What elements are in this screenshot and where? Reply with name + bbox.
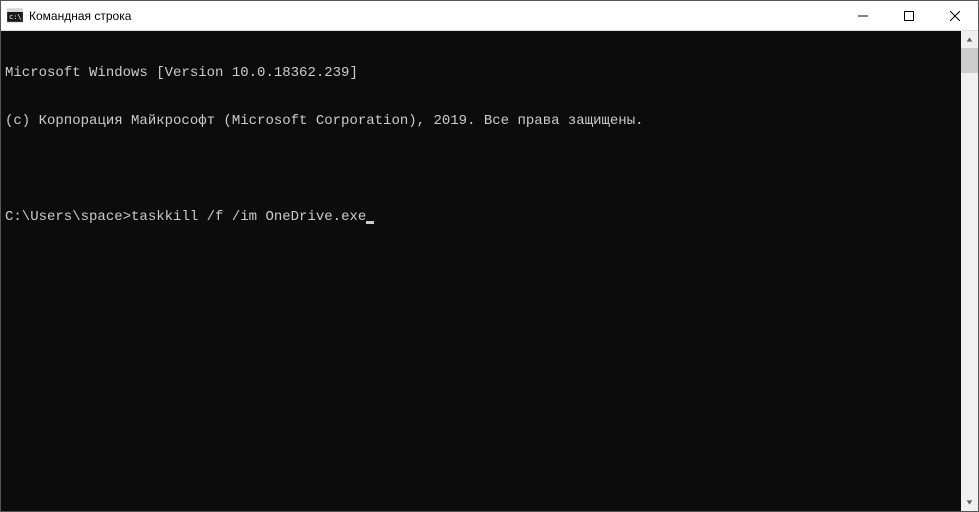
titlebar[interactable]: c:\ Командная строка	[1, 1, 978, 31]
window-controls	[840, 1, 978, 30]
maximize-button[interactable]	[886, 1, 932, 30]
empty-line	[5, 161, 957, 177]
command-prompt-window: c:\ Командная строка Microsoft Windows […	[0, 0, 979, 512]
svg-text:c:\: c:\	[9, 13, 22, 21]
terminal-output[interactable]: Microsoft Windows [Version 10.0.18362.23…	[1, 31, 961, 511]
prompt-text: C:\Users\space>	[5, 209, 131, 225]
version-line: Microsoft Windows [Version 10.0.18362.23…	[5, 65, 957, 81]
prompt-line: C:\Users\space>taskkill /f /im OneDrive.…	[5, 209, 957, 225]
close-button[interactable]	[932, 1, 978, 30]
titlebar-left: c:\ Командная строка	[1, 8, 131, 24]
scroll-down-button[interactable]	[961, 494, 978, 511]
scroll-up-button[interactable]	[961, 31, 978, 48]
scroll-thumb[interactable]	[961, 48, 978, 73]
vertical-scrollbar[interactable]	[961, 31, 978, 511]
cursor	[366, 221, 374, 224]
content-area: Microsoft Windows [Version 10.0.18362.23…	[1, 31, 978, 511]
window-title: Командная строка	[29, 9, 131, 23]
cmd-icon: c:\	[7, 8, 23, 24]
command-text: taskkill /f /im OneDrive.exe	[131, 209, 366, 225]
scroll-track[interactable]	[961, 48, 978, 494]
minimize-button[interactable]	[840, 1, 886, 30]
copyright-line: (c) Корпорация Майкрософт (Microsoft Cor…	[5, 113, 957, 129]
